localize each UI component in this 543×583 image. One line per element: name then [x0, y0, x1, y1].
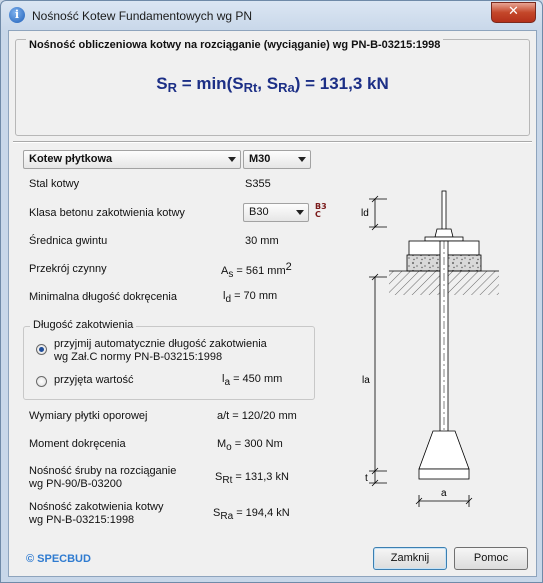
ld-dimension — [369, 195, 387, 231]
close-window-button[interactable]: ✕ — [491, 2, 536, 23]
plate-label: Wymiary płytki oporowej — [29, 410, 148, 422]
section-number: = 561 mm — [233, 265, 286, 277]
min-length-number: = 70 mm — [231, 290, 278, 302]
thread-value: M30 — [249, 153, 271, 165]
moment-value: Mo = 300 Nm — [217, 438, 283, 453]
section-label: Przekrój czynny — [29, 263, 107, 275]
chevron-down-icon — [298, 157, 306, 162]
t-dimension — [369, 471, 387, 487]
section-separator — [13, 141, 532, 143]
la-dimension — [369, 273, 387, 475]
thread-select[interactable]: M30 — [243, 150, 311, 169]
chevron-down-icon — [228, 157, 236, 162]
formula-sub2: Ra — [278, 80, 295, 95]
dialog-window: i Nośność Kotew Fundamentowych wg PN ✕ N… — [0, 0, 543, 583]
concrete-class-info-icon[interactable]: B3 C — [315, 203, 327, 219]
formula-lhs-sub: R — [167, 80, 177, 95]
close-button[interactable]: Zamknij — [373, 547, 447, 570]
moment-sym: M — [217, 438, 227, 450]
concrete-class-icon-text: B3 C — [315, 202, 327, 219]
result-group-legend: Nośność obliczeniowa kotwy na rozciągani… — [26, 39, 444, 51]
min-length-label: Minimalna długość dokręcenia — [29, 291, 177, 303]
result-group: Nośność obliczeniowa kotwy na rozciągani… — [15, 39, 530, 136]
anchor-capacity-sym-sub: Ra — [220, 511, 234, 522]
bolt-capacity-value: SRt = 131,3 kN — [215, 471, 289, 486]
diameter-value: 30 mm — [245, 235, 279, 247]
client-area: Nośność obliczeniowa kotwy na rozciągani… — [8, 30, 537, 577]
specbud-brand: © SPECBUD — [26, 553, 91, 565]
formula-sub1: Rt — [243, 80, 258, 95]
anchor-type-select[interactable]: Kotew płytkowa — [23, 150, 241, 169]
t-label: t — [365, 473, 368, 484]
anchorage-length-group: Długość zakotwienia przyjmij automatyczn… — [23, 319, 315, 400]
bolt-capacity-sym-sub: Rt — [222, 475, 233, 486]
app-info-icon[interactable]: i — [9, 7, 25, 23]
anchorage-length-value: la = 450 mm — [222, 373, 282, 388]
la-label: la — [362, 375, 370, 386]
anchor-type-value: Kotew płytkowa — [29, 153, 113, 165]
a-label: a — [441, 488, 447, 499]
plate-number: = 120/20 mm — [229, 410, 297, 422]
diameter-label: Średnica gwintu — [29, 235, 108, 247]
title-bar: i Nośność Kotew Fundamentowych wg PN ✕ — [1, 1, 542, 31]
window-title: Nośność Kotew Fundamentowych wg PN — [32, 9, 253, 23]
chevron-down-icon — [296, 210, 304, 215]
moment-number: = 300 Nm — [231, 438, 283, 450]
formula-mid: = min(S — [176, 74, 244, 93]
result-formula: SR = min(SRt, SRa) = 131,3 kN — [16, 74, 529, 95]
auto-length-radio[interactable] — [36, 344, 47, 355]
anchor-capacity-value: SRa = 194,4 kN — [213, 507, 290, 522]
anchorage-number: = 450 mm — [230, 373, 283, 385]
anchor-bell — [418, 430, 470, 470]
plate-sym: a/t — [217, 410, 230, 422]
nut — [434, 228, 454, 238]
thread-top — [441, 190, 447, 232]
bolt-capacity-label: Nośność śruby na rozciąganie wg PN-90/B-… — [29, 465, 177, 490]
plate-value: a/t = 120/20 mm — [217, 410, 297, 422]
a-dimension: a — [415, 488, 473, 507]
formula-lhs: S — [156, 74, 168, 93]
steel-value: S355 — [245, 178, 271, 190]
anchor-capacity-label: Nośność zakotwienia kotwy wg PN-B-03215:… — [29, 501, 164, 526]
formula-rhs: ) = 131,3 kN — [294, 74, 389, 93]
formula-comma: , S — [257, 74, 279, 93]
section-sup: 2 — [285, 261, 292, 273]
manual-length-label[interactable]: przyjęta wartość — [54, 374, 133, 386]
steel-label: Stal kotwy — [29, 178, 80, 190]
section-value: As = 561 mm2 — [221, 261, 292, 280]
anchor-diagram: ld la t — [361, 190, 499, 487]
help-button[interactable]: Pomoc — [454, 547, 528, 570]
anchor-plate — [418, 468, 470, 480]
moment-label: Moment dokręcenia — [29, 438, 126, 450]
washer — [424, 236, 464, 242]
concrete-value: B30 — [249, 206, 269, 218]
anchor-capacity-number: = 194,4 kN — [233, 507, 290, 519]
bolt-capacity-number: = 131,3 kN — [232, 471, 289, 483]
anchorage-length-legend: Długość zakotwienia — [30, 319, 137, 331]
concrete-label: Klasa betonu zakotwienia kotwy — [29, 207, 185, 219]
ld-label: ld — [361, 208, 369, 219]
concrete-select[interactable]: B30 — [243, 203, 309, 222]
auto-length-label[interactable]: przyjmij automatycznie długość zakotwien… — [54, 338, 267, 364]
manual-length-radio[interactable] — [36, 376, 47, 387]
min-length-value: ld = 70 mm — [223, 290, 277, 305]
